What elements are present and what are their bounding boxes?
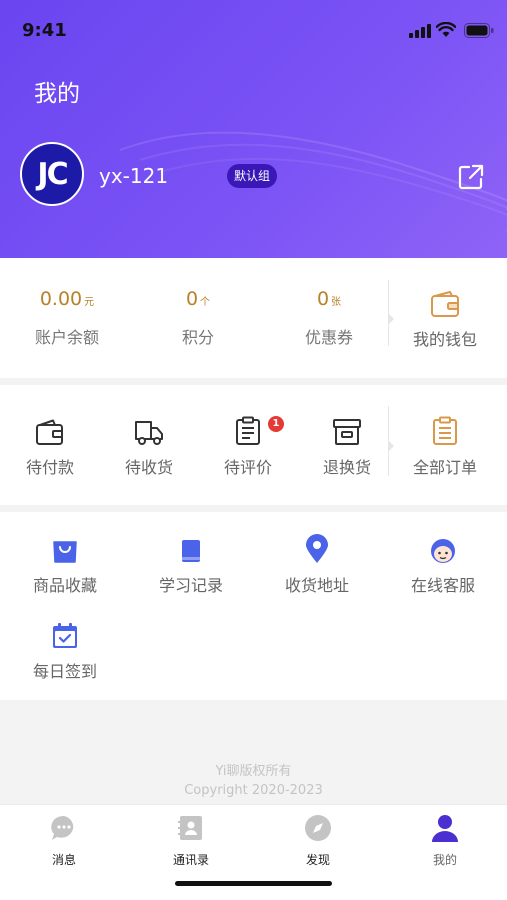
balance-label: 账户余额 bbox=[34, 328, 99, 347]
balance-unit: 元 bbox=[84, 297, 95, 308]
chat-bubble-icon bbox=[51, 815, 74, 840]
coupon-stat[interactable]: 0张 优惠券 bbox=[274, 288, 384, 348]
balance-stat[interactable]: 0.00 元 账户余额 bbox=[12, 288, 122, 348]
order-returns[interactable]: 退换货 bbox=[292, 412, 402, 478]
user-icon bbox=[432, 815, 458, 842]
clipboard-icon bbox=[236, 416, 260, 445]
tab-discover-label: 发现 bbox=[305, 853, 330, 867]
battery-icon bbox=[464, 23, 494, 38]
username: yx-121 bbox=[99, 164, 169, 188]
archive-box-icon bbox=[333, 419, 361, 445]
service-online-support-label: 在线客服 bbox=[410, 576, 475, 595]
order-pending-payment-label: 待付款 bbox=[25, 458, 74, 477]
truck-icon bbox=[135, 421, 163, 445]
tab-messages[interactable]: 消息 bbox=[14, 813, 114, 868]
assets-divider bbox=[388, 280, 389, 346]
share-icon[interactable] bbox=[457, 163, 485, 191]
tab-messages-label: 消息 bbox=[51, 853, 76, 867]
wallet-icon bbox=[431, 291, 459, 317]
avatar-initials: JC bbox=[37, 156, 68, 192]
wallet-button[interactable]: 我的钱包 bbox=[390, 284, 500, 350]
copyright-owner: Yi聊版权所有 bbox=[215, 764, 292, 779]
wifi-icon bbox=[436, 22, 456, 37]
points-value: 0 bbox=[185, 288, 199, 310]
tab-me[interactable]: 我的 bbox=[395, 813, 495, 868]
tab-me-label: 我的 bbox=[432, 853, 457, 867]
book-icon bbox=[182, 540, 200, 562]
all-orders-label: 全部订单 bbox=[412, 458, 477, 477]
service-shipping-address[interactable]: 收货地址 bbox=[262, 530, 372, 596]
service-online-support[interactable]: 在线客服 bbox=[388, 530, 498, 596]
group-badge: 默认组 bbox=[227, 164, 278, 188]
points-stat[interactable]: 0个 积分 bbox=[143, 288, 253, 348]
points-unit: 个 bbox=[200, 297, 211, 308]
order-pending-payment[interactable]: 待付款 bbox=[0, 412, 105, 478]
coupon-unit: 张 bbox=[331, 297, 342, 308]
customer-service-icon bbox=[431, 539, 455, 563]
wallet-icon bbox=[36, 419, 63, 445]
order-pending-delivery[interactable]: 待收货 bbox=[94, 412, 204, 478]
service-daily-checkin[interactable]: 每日签到 bbox=[10, 616, 120, 682]
contacts-icon bbox=[178, 816, 202, 840]
shopping-bag-icon bbox=[53, 541, 77, 563]
home-indicator bbox=[175, 881, 332, 886]
review-count-badge: 1 bbox=[268, 416, 284, 432]
order-pending-delivery-label: 待收货 bbox=[124, 458, 173, 477]
tab-contacts[interactable]: 通讯录 bbox=[141, 813, 241, 868]
tab-contacts-label: 通讯录 bbox=[172, 853, 209, 867]
clipboard-list-icon bbox=[433, 416, 457, 445]
tab-discover[interactable]: 发现 bbox=[268, 813, 368, 868]
avatar[interactable]: JC bbox=[20, 142, 84, 206]
service-study-records[interactable]: 学习记录 bbox=[136, 530, 246, 596]
order-pending-review[interactable]: 待评价 bbox=[193, 412, 303, 478]
service-favorites[interactable]: 商品收藏 bbox=[10, 530, 120, 596]
coupon-label: 优惠券 bbox=[304, 328, 353, 347]
location-pin-icon bbox=[306, 534, 328, 563]
points-label: 积分 bbox=[181, 328, 214, 347]
copyright-years: Copyright 2020-2023 bbox=[184, 783, 323, 798]
service-shipping-address-label: 收货地址 bbox=[284, 576, 349, 595]
copyright: Yi聊版权所有 Copyright 2020-2023 bbox=[0, 762, 507, 800]
status-time: 9:41 bbox=[22, 20, 67, 41]
service-daily-checkin-label: 每日签到 bbox=[32, 662, 97, 681]
service-favorites-label: 商品收藏 bbox=[32, 576, 97, 595]
cellular-signal-icon bbox=[409, 24, 431, 38]
order-returns-label: 退换货 bbox=[322, 458, 371, 477]
calendar-check-icon bbox=[53, 623, 77, 648]
coupon-value: 0 bbox=[316, 288, 330, 310]
service-study-records-label: 学习记录 bbox=[158, 576, 223, 595]
order-pending-review-label: 待评价 bbox=[223, 458, 272, 477]
wallet-label: 我的钱包 bbox=[412, 330, 477, 349]
status-bar: 9:41 bbox=[0, 0, 507, 60]
page-title: 我的 bbox=[34, 81, 80, 107]
balance-value: 0.00 bbox=[39, 288, 83, 310]
all-orders-button[interactable]: 全部订单 bbox=[390, 412, 500, 478]
compass-icon bbox=[305, 815, 331, 841]
